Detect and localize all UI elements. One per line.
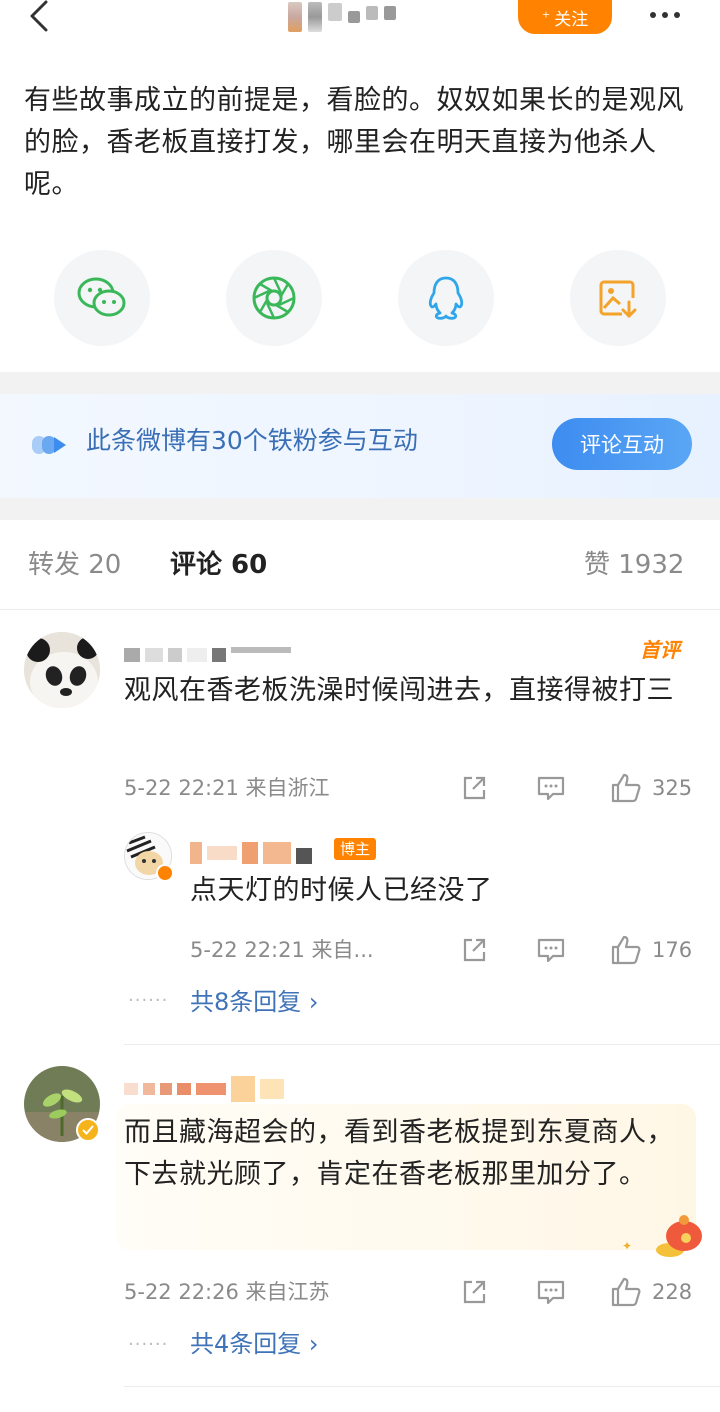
tab-comment[interactable]: 评论 60: [170, 548, 267, 582]
thumb-up-icon: [611, 1277, 641, 1307]
view-more-replies-link[interactable]: 共4条回复 ›: [190, 1328, 319, 1360]
follow-label: 关注: [554, 9, 589, 30]
follow-button[interactable]: ⁺ 关注: [518, 0, 612, 34]
top-bar: ⁺ 关注: [0, 0, 720, 60]
like-count: 325: [652, 776, 693, 800]
reply-dots: ······: [128, 990, 169, 1011]
like-action[interactable]: 325: [610, 772, 692, 804]
comment-divider: [124, 1044, 720, 1045]
first-comment-badge: 首评: [640, 638, 680, 662]
like-count: 176: [652, 938, 693, 962]
reply-meta: 5-22 22:21 来自...: [190, 938, 374, 962]
wechat-icon: [77, 277, 126, 317]
red-envelope-decoration-icon: ✦: [622, 1215, 702, 1257]
moments-share-button[interactable]: [226, 250, 322, 346]
share-out-icon: [463, 776, 486, 800]
comment-action[interactable]: [536, 934, 566, 966]
qq-icon: [428, 276, 464, 320]
plus-icon: ⁺: [541, 7, 551, 27]
comment-divider: [124, 1386, 720, 1387]
comment-text[interactable]: 而且藏海超会的，看到香老板提到东夏商人，下去就光顾了，肯定在香老板那里加分了。: [124, 1112, 690, 1196]
tab-repost[interactable]: 转发 20: [28, 548, 121, 582]
commenter-name-blurred[interactable]: [124, 1076, 284, 1102]
panda-avatar-image: [24, 632, 100, 708]
commenter-name-blurred[interactable]: [124, 647, 291, 662]
more-options-icon[interactable]: [640, 2, 690, 28]
comment-bubble-icon: [537, 1280, 565, 1305]
svg-text:✦: ✦: [622, 1239, 632, 1253]
comment-action[interactable]: [536, 772, 566, 804]
moments-icon: [252, 276, 296, 320]
share-row: [54, 250, 674, 346]
replier-name-blurred[interactable]: [190, 842, 312, 864]
save-image-button[interactable]: [570, 250, 666, 346]
view-more-replies-link[interactable]: 共8条回复 ›: [190, 986, 319, 1018]
user-name-blurred: [288, 2, 396, 32]
comment-bubble-icon: [537, 938, 565, 963]
like-action[interactable]: 228: [610, 1276, 692, 1308]
verified-badge-icon: [76, 1118, 100, 1142]
reply-dots: ······: [128, 1334, 169, 1355]
comment-text[interactable]: 观风在香老板洗澡时候闯进去，直接得被打三: [124, 670, 694, 712]
comment-action[interactable]: [536, 1276, 566, 1308]
verified-badge-icon: [156, 864, 174, 882]
comment-interact-button[interactable]: 评论互动: [552, 418, 692, 470]
repost-action[interactable]: [460, 934, 488, 966]
tab-like[interactable]: 赞 1932: [584, 548, 684, 582]
like-count: 228: [652, 1280, 693, 1304]
fans-interaction-banner[interactable]: 此条微博有30个铁粉参与互动 评论互动: [0, 394, 720, 498]
reply-text[interactable]: 点天灯的时候人已经没了: [190, 870, 690, 912]
like-action[interactable]: 176: [610, 934, 692, 966]
blogger-badge: 博主: [334, 838, 377, 860]
qq-share-button[interactable]: [398, 250, 494, 346]
section-divider: [0, 372, 720, 394]
thumb-up-icon: [611, 935, 641, 965]
repost-action[interactable]: [460, 772, 488, 804]
avatar[interactable]: [24, 632, 100, 708]
save-image-icon: [599, 280, 637, 319]
section-divider: [0, 498, 720, 520]
share-out-icon: [463, 1280, 486, 1304]
share-out-icon: [463, 938, 486, 962]
interaction-tabs: 转发 20 评论 60 赞 1932: [0, 520, 720, 610]
comment-meta: 5-22 22:26 来自江苏: [124, 1280, 330, 1304]
post-body-text: 有些故事成立的前提是，看脸的。奴奴如果长的是观风的脸，香老板直接打发，哪里会在明…: [24, 85, 684, 200]
fans-play-icon: [32, 436, 66, 454]
thumb-up-icon: [611, 773, 641, 803]
comment-bubble-icon: [537, 776, 565, 801]
comment-meta: 5-22 22:21 来自浙江: [124, 776, 330, 800]
fans-banner-text: 此条微博有30个铁粉参与互动: [86, 426, 418, 455]
wechat-share-button[interactable]: [54, 250, 150, 346]
repost-action[interactable]: [460, 1276, 488, 1308]
back-icon[interactable]: [22, 0, 58, 36]
